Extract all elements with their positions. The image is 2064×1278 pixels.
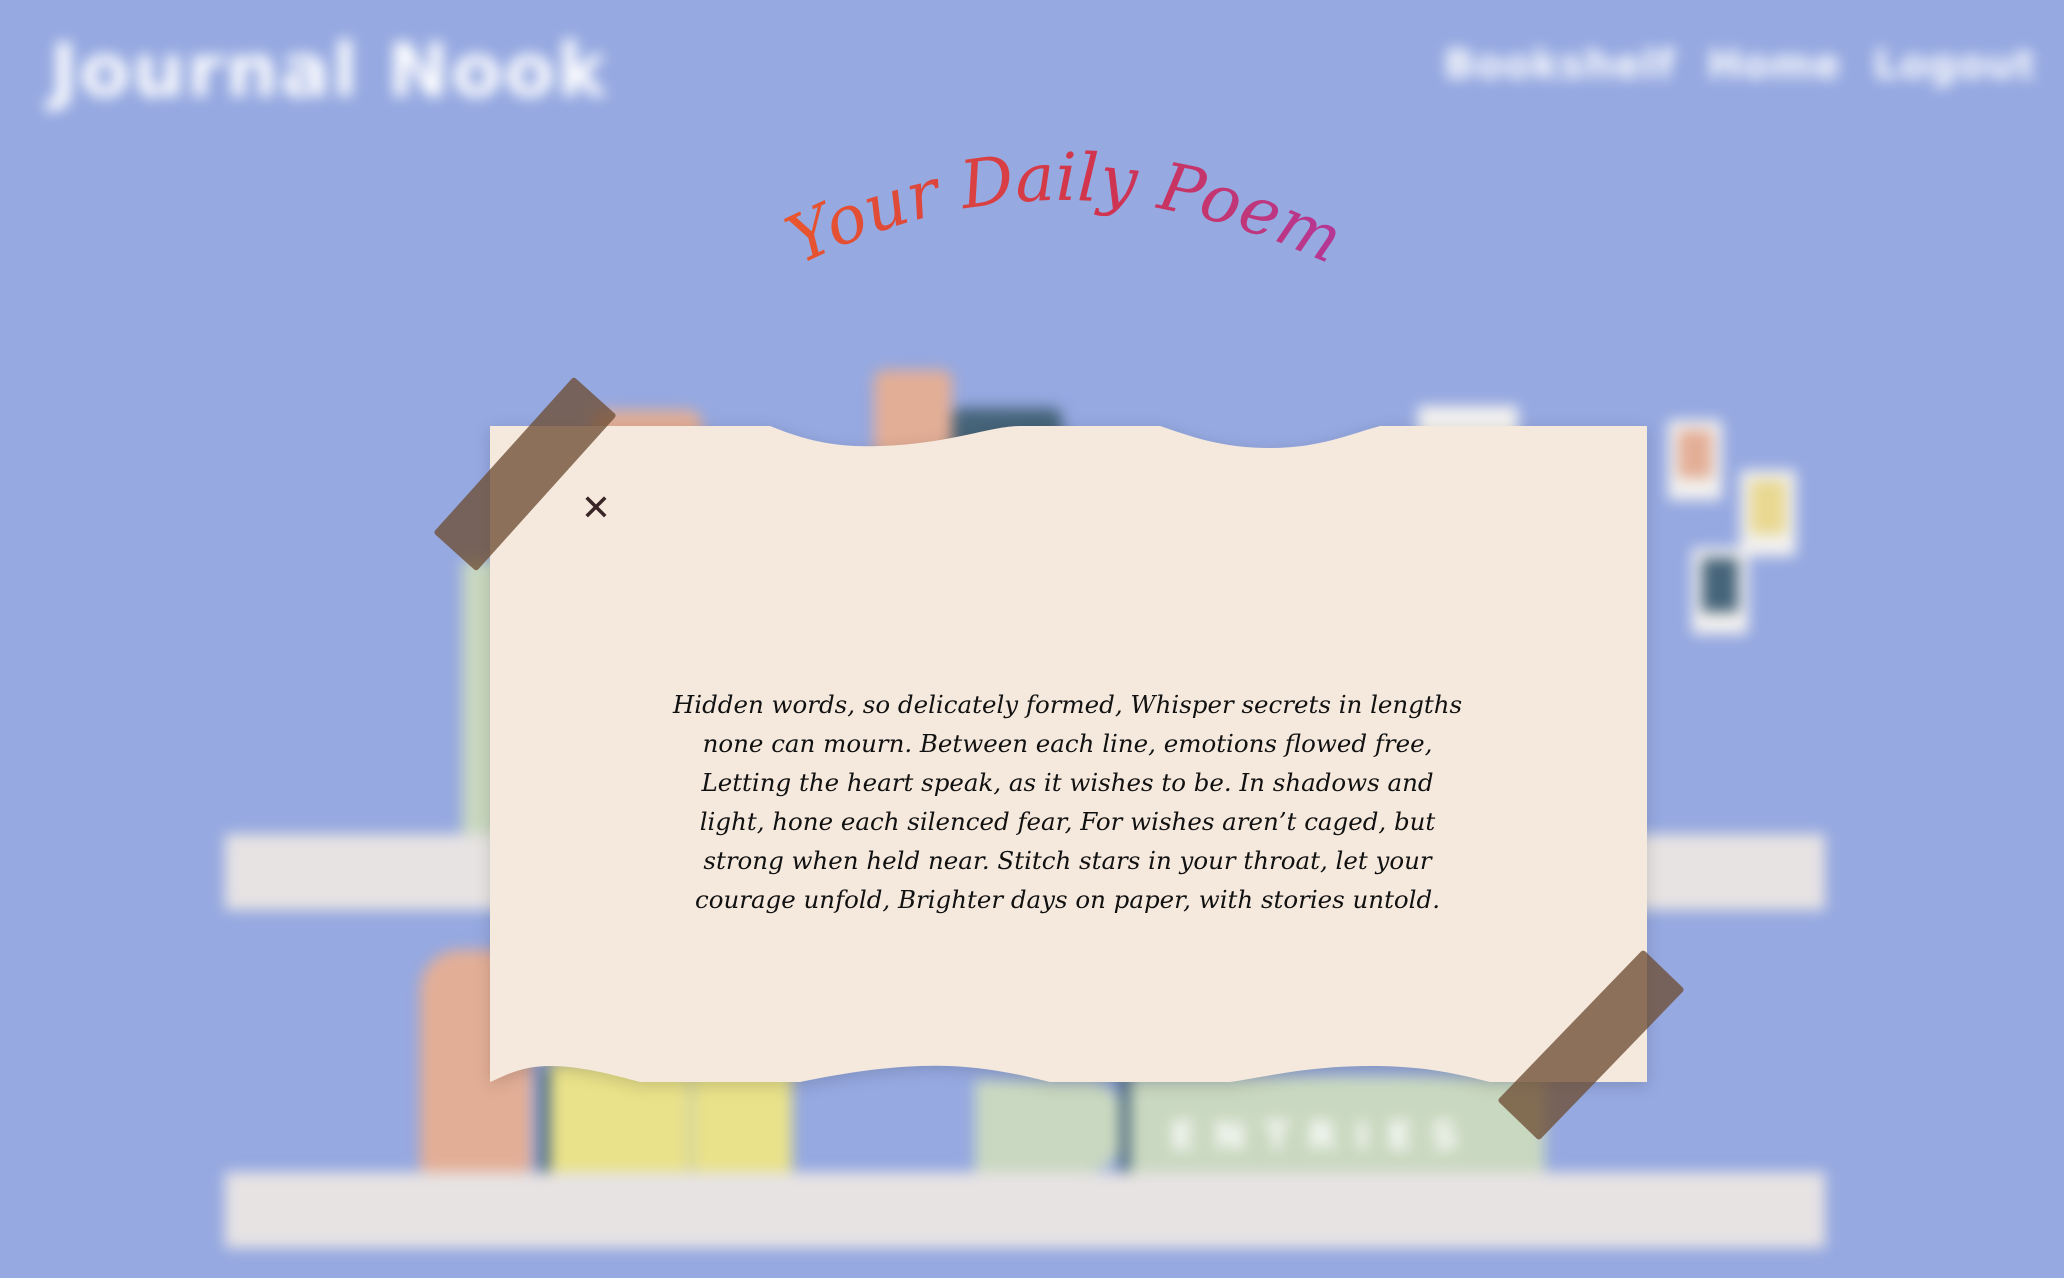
poem-card: ✕ Hidden words, so delicately formed, Wh… <box>490 426 1647 1082</box>
book <box>540 1070 550 1172</box>
page-title-text: Your Daily Poem <box>775 139 1353 279</box>
shelf <box>225 1172 1825 1248</box>
svg-text:Your Daily Poem: Your Daily Poem <box>775 139 1353 279</box>
book <box>975 1080 1125 1172</box>
nav-home-link[interactable]: Home <box>1708 42 1842 88</box>
book-spine-label: ENTRIES <box>1170 1114 1477 1158</box>
book <box>1120 1072 1130 1172</box>
top-nav: Bookshelf Home Logout <box>1444 42 2036 88</box>
brand-logo[interactable]: Journal Nook <box>50 28 608 114</box>
close-icon[interactable]: ✕ <box>581 488 611 529</box>
nav-bookshelf-link[interactable]: Bookshelf <box>1444 42 1676 88</box>
journal-nook-page: Journal Nook Bookshelf Home Logout ENTRI… <box>0 0 2064 1278</box>
wall-frame <box>1692 548 1748 634</box>
close-button[interactable]: ✕ <box>576 488 616 529</box>
nav-logout-link[interactable]: Logout <box>1873 42 2036 88</box>
page-title: Your Daily Poem <box>775 139 1353 279</box>
poem-text: Hidden words, so delicately formed, Whis… <box>672 689 1463 914</box>
wall-frame <box>1668 420 1722 500</box>
wall-frame <box>1740 470 1796 556</box>
